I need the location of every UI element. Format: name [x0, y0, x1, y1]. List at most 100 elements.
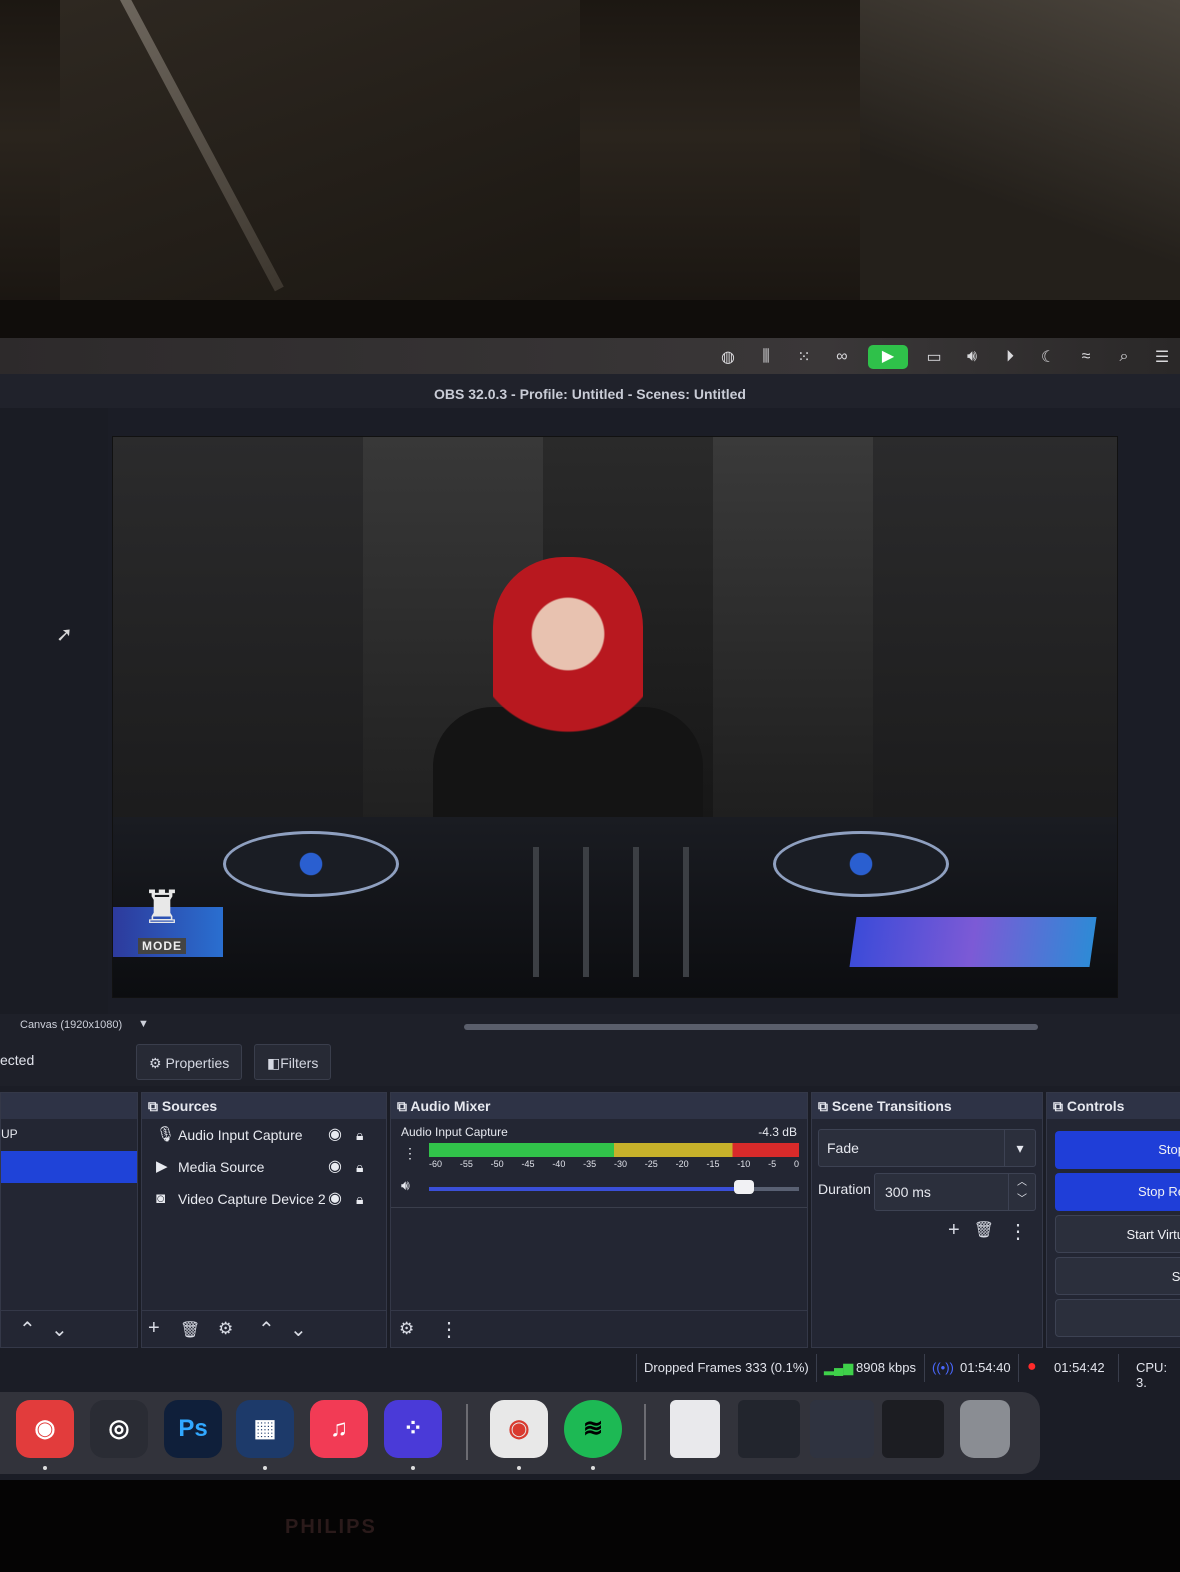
- filters-button[interactable]: ◧Filters: [254, 1044, 332, 1080]
- controls-title: Controls: [1066, 1098, 1125, 1114]
- advanced-audio-gear-icon[interactable]: ⚙: [399, 1319, 414, 1339]
- dock-zip-file[interactable]: [670, 1400, 720, 1458]
- more-options-icon[interactable]: ⋮: [439, 1317, 459, 1342]
- horizontal-scrollbar[interactable]: [464, 1024, 1038, 1030]
- meter-tick-label: -10: [737, 1159, 751, 1169]
- stop-recording-button[interactable]: Stop Re: [1055, 1173, 1180, 1211]
- grid-icon[interactable]: ⁙: [792, 347, 816, 367]
- record-icon: ◉: [34, 1415, 56, 1442]
- volume-meter: [429, 1143, 799, 1157]
- speaker-icon[interactable]: 🔊︎: [401, 1177, 410, 1194]
- tower-icon: ♜: [141, 881, 183, 933]
- monitor-brand: PHILIPS: [285, 1516, 377, 1538]
- search-icon[interactable]: ⌕: [1112, 348, 1136, 366]
- mode-logo: ♜ MODE: [127, 877, 197, 972]
- lock-icon[interactable]: 🔒︎: [356, 1183, 363, 1215]
- control-center-icon[interactable]: ☰: [1150, 347, 1174, 367]
- dock-icon: ⧉: [1053, 1098, 1067, 1114]
- dock-app-chrome[interactable]: ◉: [490, 1400, 548, 1470]
- trash-icon[interactable]: 🗑︎: [180, 1320, 200, 1340]
- chevron-down-icon[interactable]: ▾: [1004, 1130, 1035, 1166]
- dock-app-photoshop[interactable]: Ps: [164, 1400, 222, 1458]
- dock-divider: [466, 1404, 468, 1460]
- settings-button[interactable]: [1055, 1299, 1180, 1337]
- trash-icon[interactable]: 🗑︎: [974, 1219, 994, 1244]
- move-up-icon[interactable]: ⌃: [258, 1317, 275, 1342]
- start-virtual-camera-button[interactable]: Start Virtu: [1055, 1215, 1180, 1253]
- canvas-label[interactable]: Canvas (1920x1080): [20, 1019, 122, 1031]
- divider: [1018, 1354, 1019, 1382]
- battery-icon[interactable]: ▭: [922, 347, 946, 367]
- scene-item[interactable]: UP: [1, 1119, 137, 1149]
- scene-item-selected[interactable]: [1, 1151, 137, 1183]
- camera-icon[interactable]: ▶: [868, 345, 908, 369]
- more-options-icon[interactable]: ⋮: [403, 1145, 417, 1162]
- meter-tick-label: 0: [793, 1159, 799, 1169]
- dock-icon: ⧉: [818, 1098, 832, 1114]
- transition-value: Fade: [827, 1140, 859, 1156]
- dock-recent-window[interactable]: [810, 1400, 874, 1458]
- play-icon: ▶: [156, 1158, 168, 1175]
- running-indicator: [263, 1466, 267, 1470]
- move-up-icon[interactable]: ⌃: [19, 1317, 36, 1342]
- filters-label: Filters: [280, 1055, 319, 1071]
- duration-input[interactable]: 300 ms ︿ ﹀: [874, 1173, 1036, 1211]
- trash-icon[interactable]: [960, 1400, 1010, 1458]
- transition-select[interactable]: Fade ▾: [818, 1129, 1036, 1167]
- dock-app-streamlabs[interactable]: ◉: [16, 1400, 74, 1470]
- scene-transitions-header: ⧉ Scene Transitions: [812, 1093, 1042, 1119]
- source-name: Audio Input Capture: [178, 1127, 303, 1143]
- lock-icon[interactable]: 🔒︎: [356, 1119, 363, 1151]
- wifi-icon[interactable]: ≈: [1074, 348, 1098, 366]
- source-item[interactable]: ▶ Media Source ◉ 🔒︎: [142, 1151, 386, 1183]
- source-item[interactable]: 🎙︎ Audio Input Capture ◉ 🔒︎: [142, 1119, 386, 1151]
- mixer-fader: [633, 847, 639, 977]
- move-down-icon[interactable]: ⌄: [51, 1317, 68, 1342]
- duration-stepper[interactable]: ︿ ﹀: [1008, 1174, 1035, 1210]
- move-down-icon[interactable]: ⌄: [290, 1317, 307, 1342]
- dock-app-music[interactable]: ♫: [310, 1400, 368, 1458]
- source-name: Video Capture Device 2: [178, 1191, 326, 1207]
- volume-icon[interactable]: 🔊︎: [960, 348, 984, 366]
- mixer-fader: [683, 847, 689, 977]
- eye-icon[interactable]: ◉: [328, 1183, 342, 1215]
- streaming-icon: ((•)): [932, 1360, 954, 1375]
- stop-streaming-button[interactable]: Stop: [1055, 1131, 1180, 1169]
- screen-share-icon[interactable]: ◍: [716, 347, 740, 367]
- chevron-down-icon[interactable]: ▼: [138, 1018, 149, 1030]
- meter-tick-label: -20: [675, 1159, 689, 1169]
- dock-recent-window[interactable]: [882, 1400, 944, 1458]
- add-icon[interactable]: +: [148, 1317, 160, 1340]
- meter-tick-label: -35: [583, 1159, 597, 1169]
- dock-app-grid[interactable]: ▦: [236, 1400, 294, 1470]
- dock-app-obs[interactable]: ◎: [90, 1400, 148, 1458]
- sources-toolbar: + 🗑︎ ⚙ ⌃ ⌄: [142, 1310, 386, 1347]
- scenes-toolbar: ⌃ ⌄: [1, 1310, 137, 1347]
- studio-mode-button[interactable]: St: [1055, 1257, 1180, 1295]
- source-item[interactable]: ◙ Video Capture Device 2 ◉ 🔒︎: [142, 1183, 386, 1215]
- creative-cloud-icon[interactable]: ∞: [830, 348, 854, 366]
- eye-icon[interactable]: ◉: [328, 1151, 342, 1183]
- dock-app-spotify[interactable]: ≋: [564, 1400, 622, 1470]
- volume-slider-knob[interactable]: [734, 1180, 754, 1194]
- dock-app-launchpad[interactable]: ⁘: [384, 1400, 442, 1470]
- meter-tick-label: -50: [490, 1159, 504, 1169]
- meter-tick-label: -30: [613, 1159, 627, 1169]
- play-icon[interactable]: ⏵: [998, 348, 1022, 366]
- waveform-icon[interactable]: ⫼: [754, 348, 778, 366]
- eye-icon[interactable]: ◉: [328, 1119, 342, 1151]
- more-options-icon[interactable]: ⋮: [1008, 1219, 1028, 1244]
- monitor-top-edge: [0, 300, 1180, 340]
- macos-dock: ◉ ◎ Ps ▦ ♫ ⁘ ◉ ≋: [0, 1392, 1040, 1474]
- divider: [924, 1354, 925, 1382]
- dock-recent-window[interactable]: [738, 1400, 800, 1458]
- gear-icon[interactable]: ⚙: [218, 1319, 233, 1339]
- monitor-screen: ◍ ⫼ ⁙ ∞ ▶ ▭ 🔊︎ ⏵ ☾ ≈ ⌕ ☰ OBS 32.0.3 - Pr…: [0, 338, 1180, 1480]
- properties-button[interactable]: ⚙ Properties: [136, 1044, 243, 1080]
- moon-icon[interactable]: ☾: [1036, 347, 1060, 367]
- add-icon[interactable]: +: [948, 1219, 960, 1244]
- mixer-fader: [583, 847, 589, 977]
- volume-slider-fill[interactable]: [429, 1187, 744, 1191]
- program-preview[interactable]: ♜ MODE: [112, 436, 1118, 998]
- lock-icon[interactable]: 🔒︎: [356, 1151, 363, 1183]
